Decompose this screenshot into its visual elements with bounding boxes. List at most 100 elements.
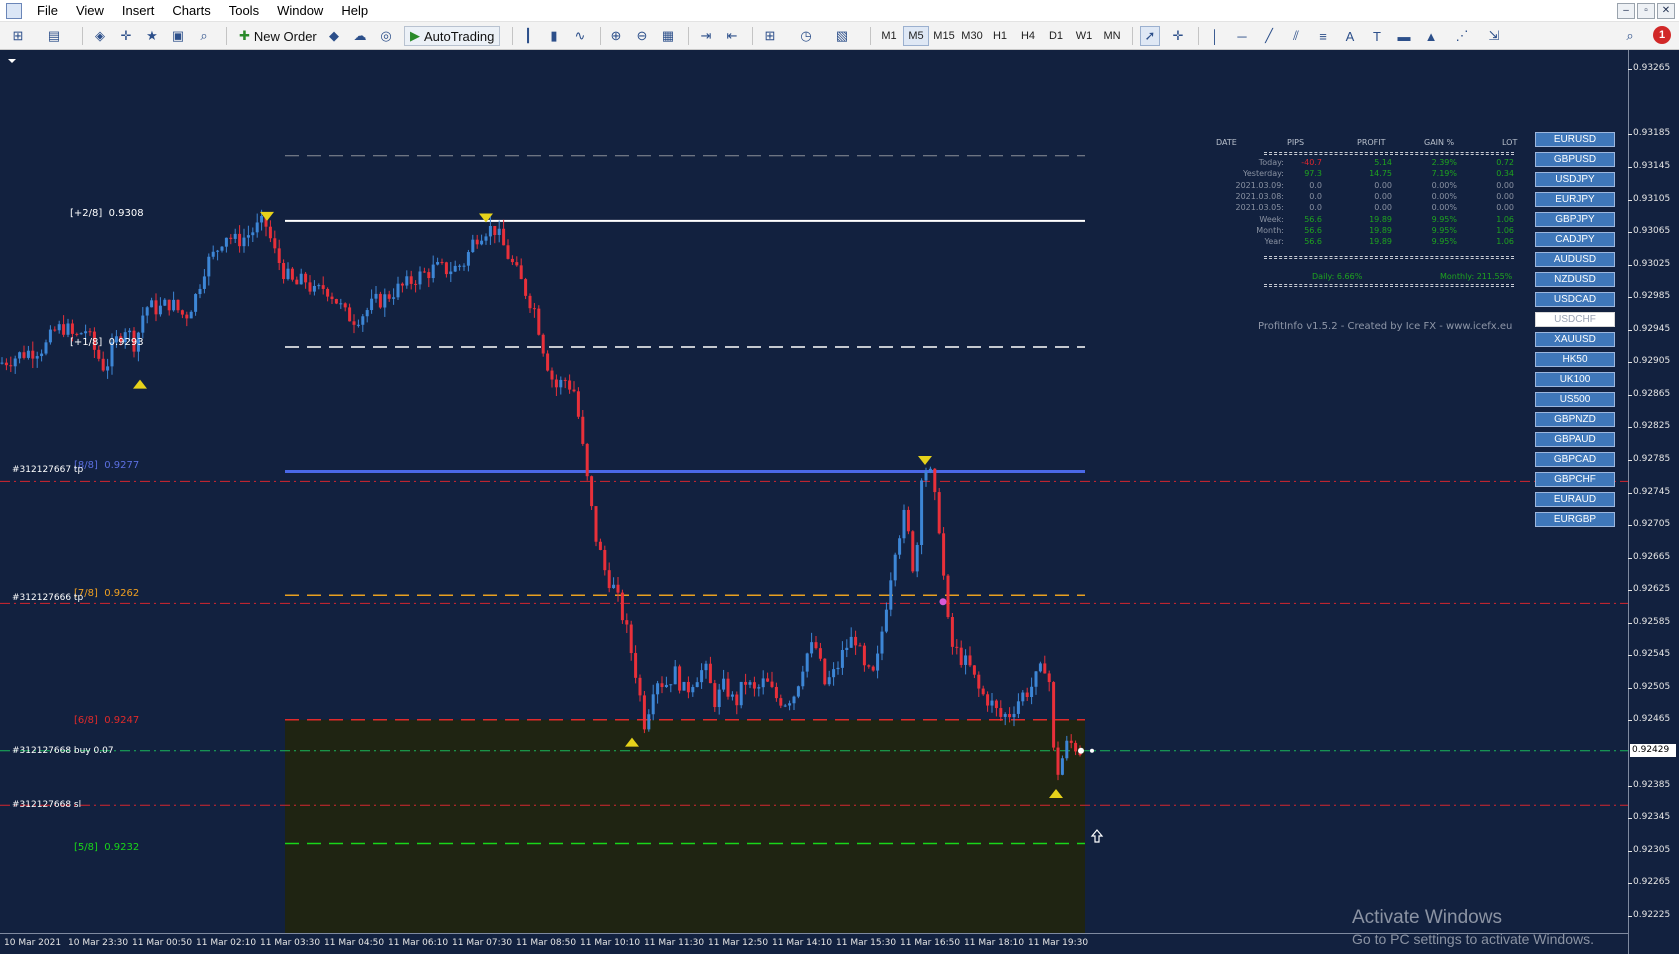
menu-tools[interactable]: Tools <box>220 0 268 22</box>
fibo-fan-icon[interactable]: ⋰ <box>1452 26 1472 46</box>
header-gain: GAIN % <box>1424 138 1455 147</box>
symbol-button-eurusd[interactable]: EURUSD <box>1535 132 1615 147</box>
symbol-button-hk50[interactable]: HK50 <box>1535 352 1615 367</box>
order-tp-label[interactable]: #312127666 tp <box>12 593 83 603</box>
menu-view[interactable]: View <box>67 0 113 22</box>
level-label-6-8: [6/8] 0.9247 <box>74 715 139 726</box>
arrows-icon[interactable]: ⇲ <box>1484 26 1504 46</box>
tf-m1[interactable]: M1 <box>876 26 902 46</box>
menu-window[interactable]: Window <box>268 0 332 22</box>
notification-badge[interactable]: 1 <box>1653 26 1671 44</box>
order-buy-label[interactable]: #312127668 buy 0.07 <box>12 746 114 756</box>
periods-icon[interactable]: ◷ <box>796 26 816 46</box>
time-tick: 11 Mar 19:30 <box>1028 938 1089 948</box>
candle-body <box>396 283 400 298</box>
data-window-icon[interactable]: ✛ <box>116 26 136 46</box>
order-tp-label[interactable]: #312127667 tp <box>12 465 83 475</box>
price-tick: 0.92705 <box>1627 519 1671 530</box>
text-icon[interactable]: A <box>1340 26 1360 46</box>
candle-body <box>277 248 281 264</box>
menu-insert[interactable]: Insert <box>113 0 164 22</box>
symbol-button-gbpaud[interactable]: GBPAUD <box>1535 432 1615 447</box>
symbol-button-euraud[interactable]: EURAUD <box>1535 492 1615 507</box>
symbol-button-gbpusd[interactable]: GBPUSD <box>1535 152 1615 167</box>
candle-body <box>343 303 347 308</box>
tf-h1[interactable]: H1 <box>987 26 1013 46</box>
chart-shift-icon[interactable]: ⇥ <box>696 26 716 46</box>
symbol-button-gbpnzd[interactable]: GBPNZD <box>1535 412 1615 427</box>
symbol-button-usdjpy[interactable]: USDJPY <box>1535 172 1615 187</box>
new-chart-icon[interactable]: ⊞ <box>8 26 28 46</box>
new-order-button[interactable]: ✚ New Order <box>234 26 322 46</box>
line-chart-icon[interactable]: ∿ <box>570 26 590 46</box>
cursor-icon[interactable]: ➚ <box>1140 26 1160 46</box>
equidistant-channel-icon[interactable]: ⫽ <box>1286 26 1306 46</box>
menu-help[interactable]: Help <box>332 0 377 22</box>
tf-m15[interactable]: M15 <box>931 26 957 46</box>
symbol-button-cadjpy[interactable]: CADJPY <box>1535 232 1615 247</box>
vertical-line-icon[interactable]: │ <box>1205 26 1225 46</box>
metaeditor-icon[interactable]: ◆ <box>324 26 344 46</box>
candle-body <box>700 670 704 683</box>
menu-charts[interactable]: Charts <box>163 0 219 22</box>
triangle-icon[interactable]: ▲ <box>1421 26 1441 46</box>
price-tick: 0.92545 <box>1627 649 1671 660</box>
candle-body <box>537 308 541 335</box>
symbol-button-gbpcad[interactable]: GBPCAD <box>1535 452 1615 467</box>
candle-body <box>669 684 673 686</box>
symbol-button-usdchf[interactable]: USDCHF <box>1535 312 1615 327</box>
symbol-button-us500[interactable]: US500 <box>1535 392 1615 407</box>
rectangle-icon[interactable]: ▬ <box>1394 26 1414 46</box>
order-sl-label[interactable]: #312127668 sl <box>12 800 81 810</box>
close-button[interactable]: ✕ <box>1657 3 1675 19</box>
symbol-button-xauusd[interactable]: XAUUSD <box>1535 332 1615 347</box>
restore-button[interactable]: ▫ <box>1637 3 1655 19</box>
candle-body <box>506 245 510 259</box>
profiles-icon[interactable]: ▤ <box>44 26 64 46</box>
price-axis[interactable]: 0.93265 0.93185 0.93145 0.93105 0.93065 0.930… <box>1627 50 1679 954</box>
candle-body <box>836 667 840 670</box>
symbol-button-gbpjpy[interactable]: GBPJPY <box>1535 212 1615 227</box>
tf-m30[interactable]: M30 <box>959 26 985 46</box>
tf-h4[interactable]: H4 <box>1015 26 1041 46</box>
symbol-button-usdcad[interactable]: USDCAD <box>1535 292 1615 307</box>
autoscroll-icon[interactable]: ⇤ <box>722 26 742 46</box>
chart-window[interactable]: [+2/8] 0.9308 [+1/8] 0.9293 [8/8] 0.9277… <box>0 50 1679 954</box>
level-label-5-8: [5/8] 0.9232 <box>74 842 139 853</box>
symbol-button-eurjpy[interactable]: EURJPY <box>1535 192 1615 207</box>
signals-icon[interactable]: ☁ <box>350 26 370 46</box>
market-icon[interactable]: ◎ <box>376 26 396 46</box>
zoom-out-icon[interactable]: ⊖ <box>632 26 652 46</box>
zoom-in-icon[interactable]: ⊕ <box>606 26 626 46</box>
text-label-icon[interactable]: T <box>1367 26 1387 46</box>
candle-body <box>1025 692 1029 697</box>
market-watch-icon[interactable]: ◈ <box>90 26 110 46</box>
search-icon[interactable]: ⌕ <box>1620 26 1640 46</box>
navigator-icon[interactable]: ★ <box>142 26 162 46</box>
symbol-button-uk100[interactable]: UK100 <box>1535 372 1615 387</box>
tf-mn[interactable]: MN <box>1099 26 1125 46</box>
templates-icon[interactable]: ▧ <box>832 26 852 46</box>
tf-d1[interactable]: D1 <box>1043 26 1069 46</box>
symbol-button-audusd[interactable]: AUDUSD <box>1535 252 1615 267</box>
indicators-icon[interactable]: ⊞ <box>760 26 780 46</box>
price-tick: 0.92345 <box>1627 812 1671 823</box>
menu-file[interactable]: File <box>28 0 67 22</box>
crosshair-icon[interactable]: ✛ <box>1168 26 1188 46</box>
fibonacci-icon[interactable]: ≡ <box>1313 26 1333 46</box>
symbol-button-nzdusd[interactable]: NZDUSD <box>1535 272 1615 287</box>
tile-windows-icon[interactable]: ▦ <box>658 26 678 46</box>
minimize-button[interactable]: – <box>1617 3 1635 19</box>
horizontal-line-icon[interactable]: ─ <box>1232 26 1252 46</box>
candle-body <box>141 315 145 333</box>
symbol-button-eurgbp[interactable]: EURGBP <box>1535 512 1615 527</box>
symbol-button-gbpchf[interactable]: GBPCHF <box>1535 472 1615 487</box>
tf-m5[interactable]: M5 <box>903 26 929 46</box>
candlestick-icon[interactable]: ▮ <box>544 26 564 46</box>
tf-w1[interactable]: W1 <box>1071 26 1097 46</box>
autotrading-button[interactable]: ▶ AutoTrading <box>404 26 501 46</box>
terminal-icon[interactable]: ▣ <box>168 26 188 46</box>
trendline-icon[interactable]: ╱ <box>1259 26 1279 46</box>
bar-chart-icon[interactable]: ┃ <box>518 26 538 46</box>
strategy-tester-icon[interactable]: ⌕ <box>194 26 214 46</box>
